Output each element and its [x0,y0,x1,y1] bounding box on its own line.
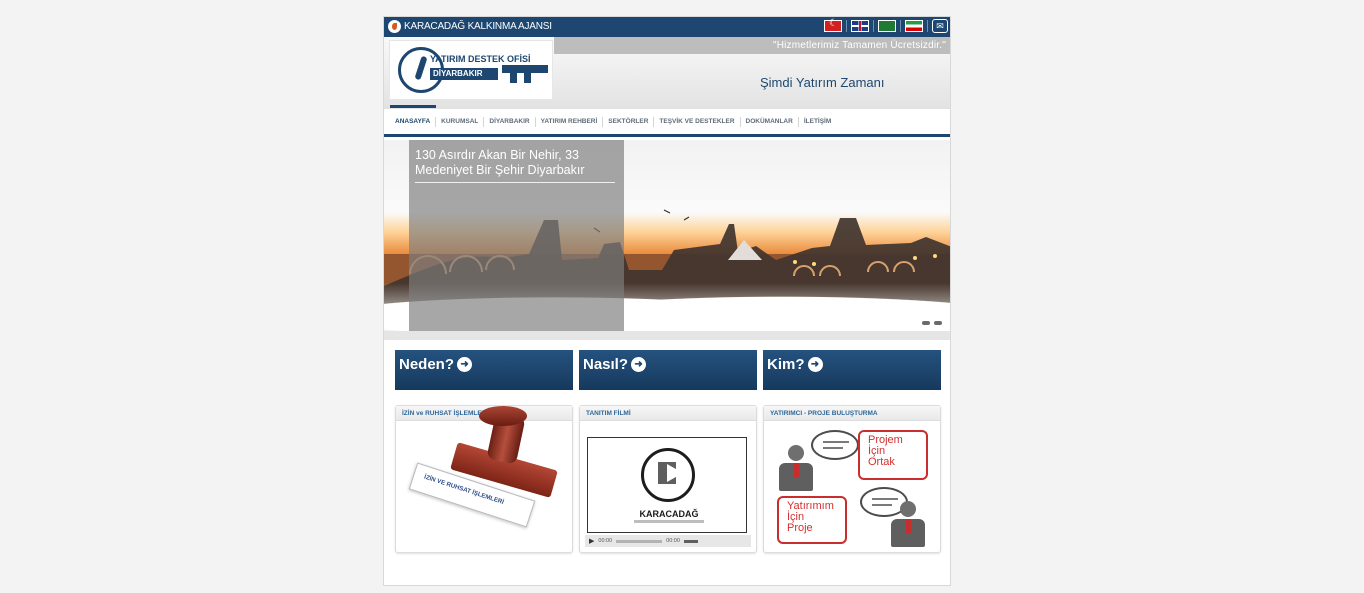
slider-next-icon[interactable] [934,321,942,325]
nav-item-dokumanlar[interactable]: DOKÜMANLAR [741,116,799,127]
stamp-knob-image [479,406,527,426]
box1-line3: Ortak [868,456,895,468]
separator [873,20,874,32]
volume-slider[interactable] [683,539,698,543]
logo-text-line2: DİYARBAKIR [430,68,498,80]
en-flag-icon[interactable] [851,20,869,32]
banner-caption-box: 130 Asırdır Akan Bir Nehir, 33 Medeniyet… [409,140,624,331]
nav-item-diyarbakir[interactable]: DİYARBAKIR [484,116,536,127]
card-izin-ruhsat[interactable]: İZİN ve RUHSAT İŞLEMLERİ İZİN VE RUHSAT … [395,405,573,553]
slider-controls [922,321,942,325]
card-title: TANITIM FİLMİ [580,406,756,421]
logo-key-icon [502,65,548,83]
slogan: "Hizmetlerimiz Tamamen Ücretsizdir." [772,40,946,51]
mail-icon[interactable]: ✉ [932,19,948,33]
tr-flag-icon[interactable] [824,18,842,32]
separator [927,20,928,32]
nav-item-sektorler[interactable]: SEKTÖRLER [603,116,655,127]
logo-text-line1: YATIRIM DESTEK OFİSİ [430,54,531,64]
person-tie [794,463,799,477]
nav-item-yatirim-rehberi[interactable]: YATIRIM REHBERİ [536,116,604,127]
tagline: Şimdi Yatırım Zamanı [760,75,885,90]
caption-divider [415,182,615,183]
total-time: 00:00 [666,538,680,544]
nav-item-kurumsal[interactable]: KURUMSAL [436,116,485,127]
person-head [788,445,804,461]
arrow-right-icon: ➜ [457,357,473,372]
play-icon[interactable] [667,464,683,482]
video-subtitle-line [634,520,704,523]
slogan-strip: "Hizmetlerimiz Tamamen Ücretsizdir." [554,37,950,54]
agency-logo-icon [388,20,401,33]
nasil-label: Nasıl? [583,356,629,373]
neden-label: Neden? [399,356,455,373]
kim-label: Kim? [767,356,805,373]
page: KARACADAĞ KALKINMA AJANSI ✉ "Hizmetlerim… [383,16,951,586]
separator [846,20,847,32]
current-time: 00:00 [598,538,613,544]
fa-flag-icon[interactable] [905,20,923,32]
person-tie [906,519,911,533]
card-tanitim-filmi[interactable]: TANITIM FİLMİ KARACADAĞ ▶ 00:00 00:00 [579,405,757,553]
project-owner-person-icon [890,501,925,547]
separator [900,20,901,32]
ar-flag-icon[interactable] [878,20,896,32]
investor-person-icon [778,445,813,491]
site-header: "Hizmetlerimiz Tamamen Ücretsizdir." YAT… [384,37,950,129]
slider-prev-icon[interactable] [922,321,930,325]
agency-link[interactable]: KARACADAĞ KALKINMA AJANSI [388,20,552,33]
progress-track[interactable] [616,539,663,543]
banner-caption: 130 Asırdır Akan Bir Nehir, 33 Medeniyet… [415,148,585,177]
nav-item-tesvik[interactable]: TEŞVİK VE DESTEKLER [654,116,741,127]
language-selector: ✉ [824,18,948,33]
video-controls: ▶ 00:00 00:00 [585,535,751,547]
investment-project-box: Yatırımım İçin Proje [777,496,847,544]
main-nav: ANASAYFA KURUMSAL DİYARBAKIR YATIRIM REH… [384,104,950,137]
arrow-right-icon: ➜ [807,357,823,372]
nasil-button[interactable]: Nasıl? ➜ [579,350,757,390]
speech-bubble-icon [811,430,859,460]
neden-button[interactable]: Neden? ➜ [395,350,573,390]
top-bar: KARACADAĞ KALKINMA AJANSI ✉ [384,17,950,37]
nav-item-iletisim[interactable]: İLETİŞİM [799,117,836,127]
nav-item-anasayfa[interactable]: ANASAYFA [390,104,437,127]
video-player[interactable]: KARACADAĞ [587,437,747,533]
arrow-right-icon: ➜ [631,357,647,372]
agency-name: KARACADAĞ KALKINMA AJANSI [404,21,552,32]
project-partner-box: Projem İçin Ortak [858,430,928,480]
card-yatirimci-proje[interactable]: YATIRIMCI - PROJE BULUŞTURMA Projem İçin… [763,405,941,553]
box2-line3: Proje [787,522,813,534]
section-divider [384,331,950,340]
video-title: KARACADAĞ [639,509,699,519]
site-logo[interactable]: YATIRIM DESTEK OFİSİ DİYARBAKIR [389,40,553,100]
kim-button[interactable]: Kim? ➜ [763,350,941,390]
hero-banner[interactable]: 130 Asırdır Akan Bir Nehir, 33 Medeniyet… [384,140,950,331]
card-title: YATIRIMCI - PROJE BULUŞTURMA [764,406,940,421]
person-head [900,501,916,517]
control-play-icon[interactable]: ▶ [589,537,594,545]
